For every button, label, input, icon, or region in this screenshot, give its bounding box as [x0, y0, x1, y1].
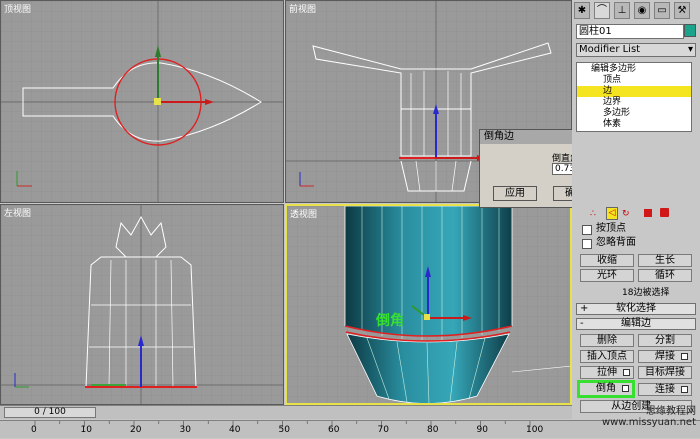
chamfer-label: 倒角	[596, 383, 616, 394]
modifier-list-label: Modifier List	[579, 44, 641, 55]
soft-selection-rollout[interactable]: + 软化选择	[576, 303, 696, 315]
utilities-icon[interactable]: ⚒	[674, 2, 690, 19]
soft-selection-label: 软化选择	[616, 303, 656, 314]
grow-button[interactable]: 生长	[638, 254, 692, 267]
timeline-tick-label: 30	[179, 425, 191, 435]
edit-edges-label: 编辑边	[621, 318, 651, 329]
stack-item-vertex[interactable]: 顶点	[577, 75, 691, 86]
remove-button[interactable]: 删除	[580, 334, 634, 347]
chamfer-annotation: 倒角	[376, 313, 404, 329]
motion-icon[interactable]: ◉	[634, 2, 650, 19]
chamfer-button[interactable]: 倒角	[577, 380, 635, 398]
settings-box-icon[interactable]	[622, 385, 629, 392]
polygon-select-icon[interactable]	[644, 209, 652, 217]
timeline-tick-label: 60	[328, 425, 340, 435]
settings-box-icon[interactable]	[623, 369, 630, 376]
command-panel: ✱ ⌒ ⊥ ◉ ▭ ⚒ 圆柱01 Modifier List ▾ 编辑多边形 顶…	[572, 0, 700, 420]
display-icon[interactable]: ▭	[654, 2, 670, 19]
insert-vertex-button[interactable]: 插入顶点	[580, 350, 634, 363]
stack-item-element[interactable]: 体素	[577, 119, 691, 130]
vertex-select-icon[interactable]: ∴	[590, 209, 599, 219]
hierarchy-icon[interactable]: ⊥	[614, 2, 630, 19]
timeline-tick-label: 10	[80, 425, 92, 435]
timeline-tick-label: 0	[31, 425, 37, 435]
by-vertex-checkbox[interactable]: 按顶点	[582, 223, 626, 235]
weld-label: 焊接	[655, 351, 675, 362]
minus-icon[interactable]: -	[580, 319, 584, 329]
viewport-top[interactable]: 顶视图	[0, 0, 284, 203]
stack-item-polygon[interactable]: 多边形	[577, 108, 691, 119]
time-slider[interactable]: 0 / 100	[4, 407, 96, 418]
viewport-perspective[interactable]: 透视图 倒角	[285, 204, 572, 405]
modifier-stack: 编辑多边形 顶点 边 边界 多边形 体素	[576, 62, 692, 132]
plus-icon[interactable]: +	[580, 304, 588, 314]
viewport-top-label[interactable]: 顶视图	[4, 2, 31, 15]
edge-select-icon[interactable]: ◁	[606, 207, 618, 220]
viewport-perspective-label[interactable]: 透视图	[290, 207, 317, 220]
chevron-down-icon[interactable]: ▾	[688, 44, 693, 56]
time-slider-bar: 0 / 100	[0, 405, 572, 419]
edit-edges-rollout[interactable]: - 编辑边	[576, 318, 696, 330]
command-panel-tabs: ✱ ⌒ ⊥ ◉ ▭ ⚒	[574, 2, 698, 20]
ignore-backfacing-checkbox[interactable]: 忽略背面	[582, 237, 636, 249]
weld-button[interactable]: 焊接	[638, 350, 692, 363]
settings-box-icon[interactable]	[681, 353, 688, 360]
stack-item-edge[interactable]: 边	[577, 86, 691, 97]
watermark-line-1: 思缘教程网	[646, 406, 696, 417]
timeline-tick-label: 40	[229, 425, 241, 435]
create-icon[interactable]: ✱	[574, 2, 590, 19]
settings-box-icon[interactable]	[681, 386, 688, 393]
border-select-icon[interactable]: ↻	[622, 209, 630, 219]
object-color-swatch[interactable]	[684, 24, 696, 37]
site-watermark: 思缘教程网 www.missyuan.net	[602, 406, 696, 428]
timeline-tick-label: 20	[130, 425, 142, 435]
modify-icon[interactable]: ⌒	[594, 2, 610, 19]
viewport-top-canvas	[1, 1, 283, 202]
timeline-tick-label: 70	[377, 425, 389, 435]
stack-item-edit-poly[interactable]: 编辑多边形	[577, 64, 691, 75]
loop-button[interactable]: 循环	[638, 269, 692, 282]
viewport-front-label[interactable]: 前视图	[289, 2, 316, 15]
viewport-left-canvas	[1, 205, 283, 404]
watermark-line-2: www.missyuan.net	[601, 417, 696, 428]
extrude-label: 拉伸	[597, 367, 617, 378]
extrude-button[interactable]: 拉伸	[580, 366, 634, 379]
shrink-button[interactable]: 收缩	[580, 254, 634, 267]
selection-status: 18边被选择	[622, 288, 670, 298]
apply-button[interactable]: 应用	[493, 186, 537, 201]
viewport-left[interactable]: 左视图	[0, 204, 284, 405]
element-select-icon[interactable]	[660, 208, 669, 217]
timeline-tick-label: 100	[526, 425, 544, 435]
timeline-ruler[interactable]: 0 10 20 30 40 50 60 70 80 90 100	[0, 420, 700, 438]
viewport-perspective-canvas	[287, 206, 570, 403]
connect-label: 连接	[655, 384, 675, 395]
modifier-list-dropdown[interactable]: Modifier List ▾	[576, 43, 696, 57]
stack-item-border[interactable]: 边界	[577, 97, 691, 108]
connect-button[interactable]: 连接	[638, 383, 692, 396]
split-button[interactable]: 分割	[638, 334, 692, 347]
target-weld-button[interactable]: 目标焊接	[638, 366, 692, 379]
timeline-tick-label: 90	[476, 425, 488, 435]
viewport-left-label[interactable]: 左视图	[4, 206, 31, 219]
ring-button[interactable]: 光环	[580, 269, 634, 282]
object-name-field[interactable]: 圆柱01	[576, 24, 684, 39]
timeline-tick-label: 50	[278, 425, 290, 435]
timeline-tick-label: 80	[427, 425, 439, 435]
